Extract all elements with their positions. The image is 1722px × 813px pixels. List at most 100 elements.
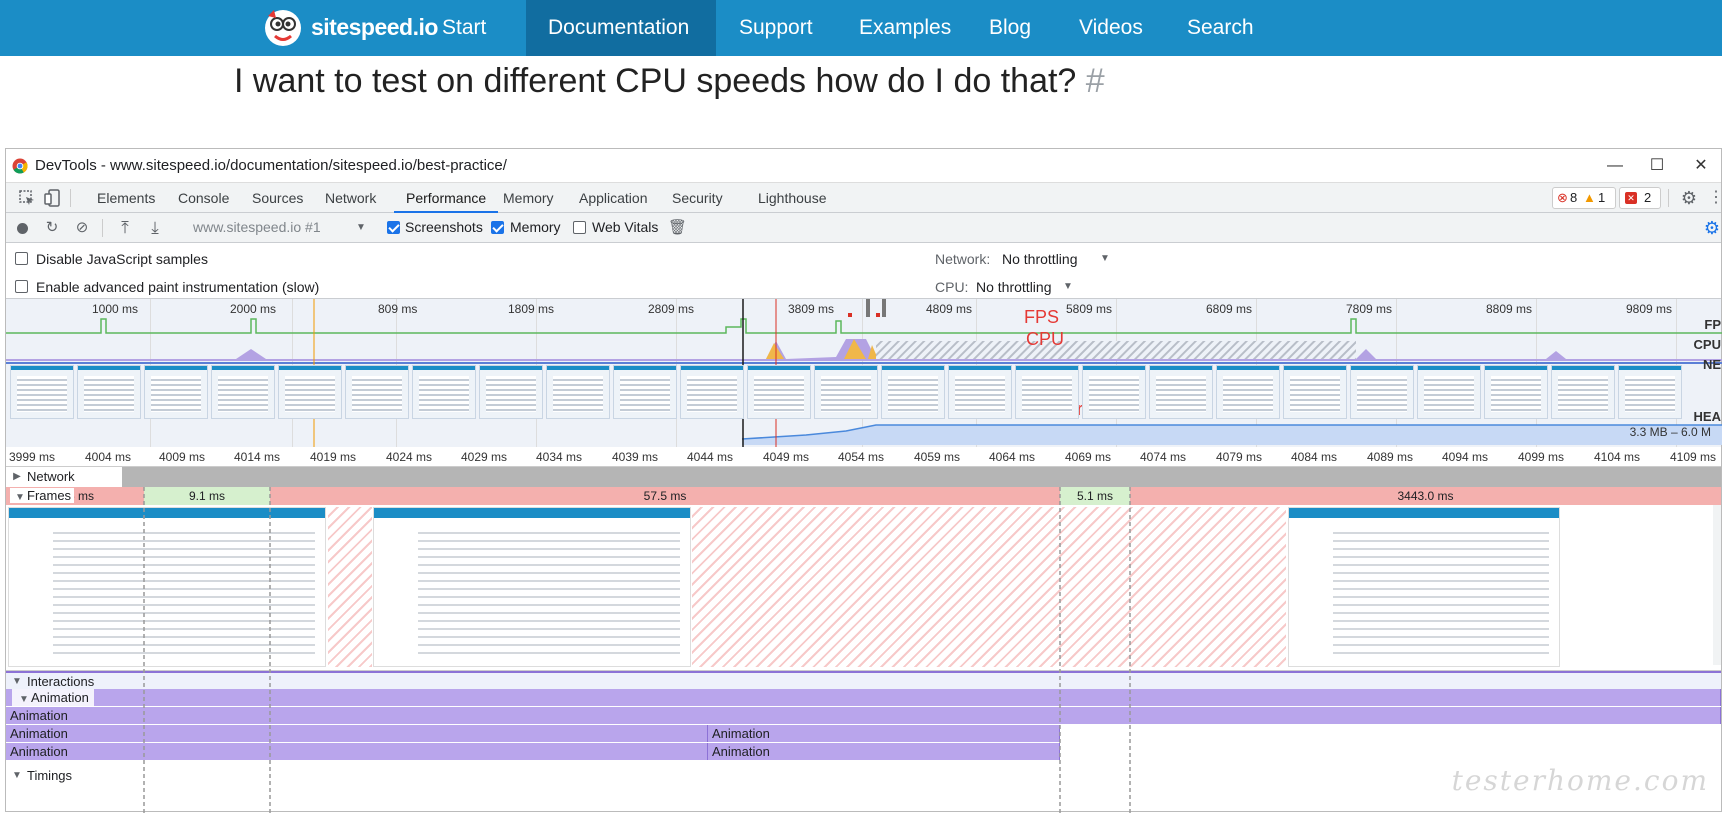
ruler-tick: 4049 ms [763,450,810,464]
issues-badge[interactable]: ✕ 2 [1619,187,1661,209]
ruler-tick: 4074 ms [1140,450,1187,464]
nav-videos[interactable]: Videos [1057,0,1165,56]
overview-screenshot [412,365,476,419]
performance-toolbar: ↻ ⊘ ⤒ ⤓ www.sitespeed.io #1 ▼ Screenshot… [6,213,1721,243]
upload-icon[interactable]: ⤒ [116,219,134,237]
device-toolbar-icon[interactable] [44,189,62,207]
nav-search[interactable]: Search [1165,0,1276,56]
screenshots-checkbox[interactable] [387,221,400,234]
trash-icon[interactable]: 🗑 [668,219,687,237]
memory-label: Memory [510,219,561,235]
issues-count: 2 [1644,190,1652,205]
capture-settings-icon[interactable]: ⚙ [1703,219,1721,237]
overview-screenshot [1082,365,1146,419]
overview-screenshot [881,365,945,419]
download-icon[interactable]: ⤓ [146,219,164,237]
gear-icon[interactable]: ⚙ [1680,189,1698,207]
devtools-tabs: Elements Console Sources Network Perform… [6,183,1722,213]
minimize-icon[interactable]: — [1595,153,1635,179]
devtools-title: DevTools - www.sitespeed.io/documentatio… [35,157,507,174]
cpu-chevron-icon[interactable]: ▼ [1063,281,1073,292]
nav-blog[interactable]: Blog [967,0,1053,56]
watermark: testerhome.com [1451,764,1709,797]
cpu-throttle-select[interactable]: No throttling [976,279,1051,295]
ruler-tick: 4009 ms [159,450,206,464]
overview-screenshot [1350,365,1414,419]
issues-icon: ✕ [1625,192,1637,204]
tab-application[interactable]: Application [579,183,648,213]
ruler-tick: 4099 ms [1518,450,1565,464]
overview-screenshot [1417,365,1481,419]
record-icon[interactable] [17,223,28,234]
ruler-tick: 4024 ms [386,450,433,464]
page-title: I want to test on different CPU speeds h… [234,62,1105,101]
reload-record-icon[interactable]: ↻ [43,219,61,237]
nav-examples[interactable]: Examples [837,0,973,56]
nav-documentation[interactable]: Documentation [526,0,716,56]
tab-security[interactable]: Security [672,183,723,213]
tab-sources[interactable]: Sources [252,183,303,213]
network-chevron-icon[interactable]: ▼ [1100,253,1110,264]
inspect-element-icon[interactable] [18,189,36,207]
tab-lighthouse[interactable]: Lighthouse [758,183,827,213]
more-options-icon[interactable]: ⋮ [1707,189,1722,207]
overview-screenshot [1015,365,1079,419]
ruler-tick: 4094 ms [1442,450,1489,464]
cpu-annotation: CPU [1026,329,1065,349]
tab-network[interactable]: Network [325,183,376,213]
recording-select[interactable]: www.sitespeed.io #1 [193,219,321,235]
tab-performance[interactable]: Performance [394,183,499,213]
heap-readout: 3.3 MB – 6.0 M [1629,425,1711,439]
fps-annotation: FPS [1024,307,1060,327]
timeline-overview[interactable]: 1000 ms 2000 ms 809 ms 1809 ms 2809 ms 3… [6,299,1722,447]
overview-screenshot [546,365,610,419]
memory-checkbox[interactable] [491,221,504,234]
advanced-paint-label: Enable advanced paint instrumentation (s… [36,279,320,295]
warning-count: 1 [1598,190,1606,205]
close-icon[interactable]: ✕ [1681,153,1721,179]
overview-screenshot [1551,365,1615,419]
ruler-tick: 4054 ms [838,450,885,464]
sitespeed-logo-icon[interactable] [262,6,304,50]
nav-support[interactable]: Support [717,0,835,56]
site-brand[interactable]: sitespeed.io [311,14,438,41]
disable-js-samples-checkbox[interactable] [15,252,28,265]
advanced-paint-checkbox[interactable] [15,280,28,293]
network-throttle-select[interactable]: No throttling [1002,251,1077,267]
overview-screenshot [10,365,74,419]
site-navbar: sitespeed.io Start Documentation Support… [0,0,1722,56]
overview-screenshot [1216,365,1280,419]
maximize-icon[interactable]: ☐ [1637,153,1677,179]
overview-screenshot [144,365,208,419]
overview-screenshot [278,365,342,419]
ruler-tick: 4089 ms [1367,450,1414,464]
ruler-tick: 4084 ms [1291,450,1338,464]
ruler-tick: 4059 ms [914,450,961,464]
overview-screenshot [479,365,543,419]
tabs-divider [70,189,71,207]
error-count: 8 [1570,190,1578,205]
tab-console[interactable]: Console [178,183,229,213]
overview-screenshot [211,365,275,419]
network-throttle-label: Network: [935,251,991,267]
ruler-tick: 4069 ms [1065,450,1112,464]
expand-network-icon[interactable]: ▶ [10,467,24,487]
badge-divider [1668,189,1669,207]
overview-screenshot [1618,365,1682,419]
network-track[interactable]: ▶ Network [6,467,1721,487]
tab-memory[interactable]: Memory [503,183,554,213]
web-vitals-checkbox[interactable] [573,221,586,234]
error-warning-badge[interactable]: ⊗ 8 ▲ 1 [1552,187,1616,209]
ruler-tick: 4079 ms [1216,450,1263,464]
nav-start[interactable]: Start [420,0,508,56]
chrome-icon [12,158,28,174]
devtools-window: DevTools - www.sitespeed.io/documentatio… [5,148,1722,813]
ruler-tick: 4014 ms [234,450,281,464]
overview-screenshot [1283,365,1347,419]
heading-anchor[interactable]: # [1086,62,1105,100]
chevron-down-icon[interactable]: ▼ [352,219,370,237]
ruler-tick: 4109 ms [1670,450,1717,464]
tab-elements[interactable]: Elements [97,183,155,213]
cpu-track-label: CPU [1693,337,1721,352]
clear-icon[interactable]: ⊘ [73,219,91,237]
